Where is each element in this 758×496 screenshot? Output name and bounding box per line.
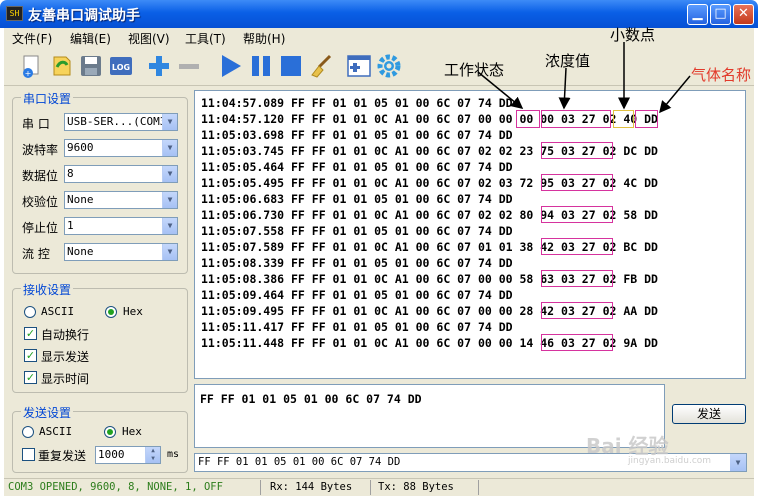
chevron-down-icon: ▼ — [730, 454, 746, 471]
tx-count: Tx: 88 Bytes — [378, 481, 454, 493]
status-divider — [260, 480, 261, 495]
rx-count: Rx: 144 Bytes — [270, 481, 353, 493]
work-state-arrow — [477, 71, 524, 109]
concentration-arrow — [558, 67, 571, 110]
watermark-sub: jingyan.baidu.com — [628, 456, 712, 466]
send-text: FF FF 01 01 05 01 00 6C 07 74 DD — [200, 392, 422, 406]
port-status: COM3 OPENED, 9600, 8, NONE, 1, OFF — [8, 481, 223, 493]
status-divider — [370, 480, 371, 495]
status-divider — [478, 480, 479, 495]
history-value: FF FF 01 01 05 01 00 6C 07 74 DD — [198, 456, 401, 468]
send-button[interactable]: 发送 — [672, 404, 746, 424]
gas-name-arrow — [659, 75, 691, 114]
status-bar: COM3 OPENED, 9600, 8, NONE, 1, OFF Rx: 1… — [4, 478, 754, 496]
watermark-text: Bai 经验 — [586, 434, 669, 458]
